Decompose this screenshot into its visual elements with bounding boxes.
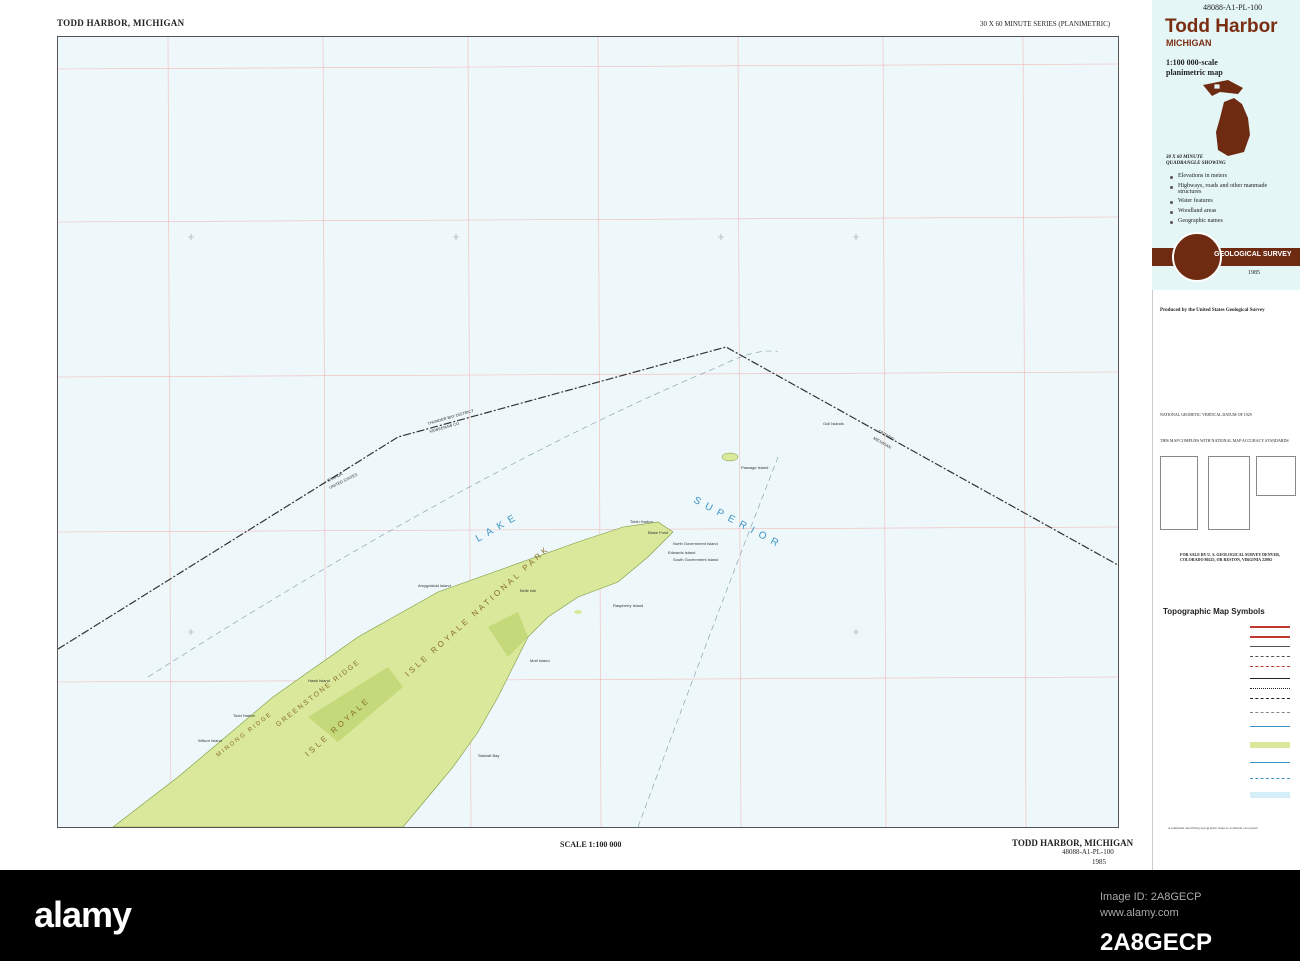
feature-item: Water features [1178,198,1213,204]
place-label: Mott Island [530,658,550,663]
accuracy-note: THIS MAP COMPLIES WITH NATIONAL MAP ACCU… [1160,438,1289,443]
place-label: Amygdaloid Island [418,583,451,588]
place-label: Belle Isle [520,588,537,593]
map-header-right: 30 X 60 MINUTE SERIES (PLANIMETRIC) [980,20,1111,28]
bullet-icon [1170,186,1173,189]
quadrangle-desc: 30 X 60 MINUTE QUADRANGLE SHOWING [1166,155,1226,166]
map-state: MICHIGAN [1166,38,1212,48]
place-label: Raspberry Island [613,603,643,608]
feature-item: Highways, roads and other manmade struct… [1178,183,1268,195]
pamphlet-note: A pamphlet describing topographic maps i… [1168,826,1258,830]
feature-item: Woodland areas [1178,208,1217,214]
grid-lines [58,37,1118,827]
small-island [574,610,582,614]
place-label: Tobin Harbor [630,519,654,524]
place-label: North Government Island [673,541,718,546]
map-canvas: LAKE SUPERIOR ISLE ROYALE NATIONAL PARK … [58,37,1118,827]
scale-line-2: planimetric map [1166,68,1223,77]
map-title: Todd Harbor [1165,16,1278,37]
map-footer-year: 1985 [1092,858,1106,866]
legend-symbols [1162,622,1292,822]
passage-island [721,452,739,462]
map-footer-code: 48088-A1-PL-100 [1062,848,1114,856]
place-label: Edwards Island [668,550,695,555]
stock-brand-logo: alamy [34,894,132,935]
bullet-icon [1170,201,1173,204]
stock-code: 2A8GECP [1100,929,1213,956]
international-boundary [58,346,1118,650]
place-label: Blake Point [648,530,669,535]
sheet-id: 48088-A1-PL-100 [1203,3,1263,12]
panel-year: 1985 [1248,270,1260,276]
map-frame: LAKE SUPERIOR ISLE ROYALE NATIONAL PARK … [57,36,1119,828]
stock-image-id: Image ID: 2A8GECP [1100,891,1202,903]
place-label: Wilson Island [198,738,222,743]
legend-title: Topographic Map Symbols [1163,607,1265,616]
small-island [593,580,603,584]
conversion-table [1160,456,1198,530]
lake-label: LAKE [474,510,522,544]
place-label: Todd Harbor [233,713,256,718]
feature-item: Elevations in meters [1178,173,1227,179]
agency-label: GEOLOGICAL SURVEY [1214,251,1292,258]
map-footer-name: TODD HARBOR, MICHIGAN [1012,838,1134,848]
place-label: South Government Island [673,557,718,562]
map-header-left: TODD HARBOR, MICHIGAN [57,18,185,28]
adjoining-maps [1256,456,1296,496]
michigan-outline-icon [1203,80,1250,156]
feature-item: Geographic names [1178,218,1223,224]
place-label: Passage Island [741,465,768,470]
datum-note: NATIONAL GEODETIC VERTICAL DATUM OF 1929 [1160,412,1252,417]
stock-url: www.alamy.com [1100,907,1179,919]
sale-note: FOR SALE BY U. S. GEOLOGICAL SURVEY DENV… [1180,552,1281,562]
place-label: Siskiwit Bay [478,753,499,758]
bullet-icon [1170,176,1173,179]
bullet-icon [1170,211,1173,214]
declination-diagram [1208,456,1250,530]
scale-line-1: 1:100 000-scale [1166,58,1218,67]
small-island [525,595,531,599]
bullet-icon [1170,221,1173,224]
place-label: Gull Islands [823,421,844,426]
produced-by: Produced by the United States Geological… [1160,308,1265,313]
place-label: Hawk Island [308,678,330,683]
map-scale: SCALE 1:100 000 [560,840,622,849]
